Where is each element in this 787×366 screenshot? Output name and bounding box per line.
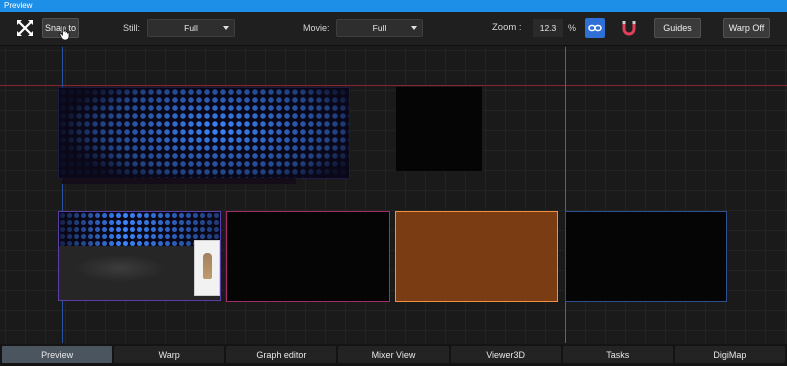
preview-canvas[interactable] bbox=[0, 47, 787, 343]
toolbar: Snap to Still: Full Movie: Full Zoom : 1… bbox=[0, 12, 787, 46]
magnet-button[interactable] bbox=[619, 18, 639, 38]
tab-warp[interactable]: Warp bbox=[114, 346, 225, 363]
window-title: Preview bbox=[0, 0, 787, 12]
zoom-label: Zoom : bbox=[492, 22, 522, 33]
zoom-input[interactable]: 12.3 bbox=[533, 19, 563, 37]
output-screen-1[interactable] bbox=[58, 211, 221, 301]
chevron-down-icon bbox=[411, 26, 417, 30]
performer-thumbnail bbox=[194, 240, 220, 296]
movie-dropdown[interactable]: Full bbox=[336, 19, 423, 37]
led-strip[interactable] bbox=[62, 178, 296, 184]
link-button[interactable] bbox=[585, 18, 605, 38]
output-screen-3-selected[interactable] bbox=[395, 211, 558, 302]
output-screen-4[interactable] bbox=[565, 211, 727, 302]
movie-value: Full bbox=[372, 23, 387, 33]
tab-viewer3d[interactable]: Viewer3D bbox=[450, 346, 561, 363]
link-icon bbox=[588, 24, 602, 32]
still-screen-led-wall[interactable] bbox=[58, 87, 350, 179]
chevron-down-icon bbox=[223, 26, 229, 30]
movie-label: Movie: bbox=[303, 23, 330, 33]
warp-off-button[interactable]: Warp Off bbox=[723, 18, 770, 38]
tab-preview[interactable]: Preview bbox=[2, 346, 113, 363]
fit-screen-button[interactable] bbox=[14, 18, 36, 38]
output-screen-2[interactable] bbox=[226, 211, 390, 302]
tab-graph-editor[interactable]: Graph editor bbox=[226, 346, 337, 363]
tab-tasks[interactable]: Tasks bbox=[562, 346, 673, 363]
tab-mixer-view[interactable]: Mixer View bbox=[338, 346, 449, 363]
bottom-tab-bar: Preview Warp Graph editor Mixer View Vie… bbox=[0, 344, 787, 366]
fit-screen-icon bbox=[17, 20, 33, 36]
still-screen-black[interactable] bbox=[395, 86, 483, 172]
zoom-unit: % bbox=[568, 23, 577, 33]
hand-cursor-icon bbox=[59, 25, 70, 41]
horizontal-guide[interactable] bbox=[0, 85, 787, 86]
still-dropdown[interactable]: Full bbox=[147, 19, 235, 37]
magnet-icon bbox=[622, 21, 636, 36]
still-value: Full bbox=[184, 23, 198, 33]
still-label: Still: bbox=[123, 23, 141, 33]
guides-button[interactable]: Guides bbox=[654, 18, 701, 38]
tab-digimap[interactable]: DigiMap bbox=[674, 346, 785, 363]
